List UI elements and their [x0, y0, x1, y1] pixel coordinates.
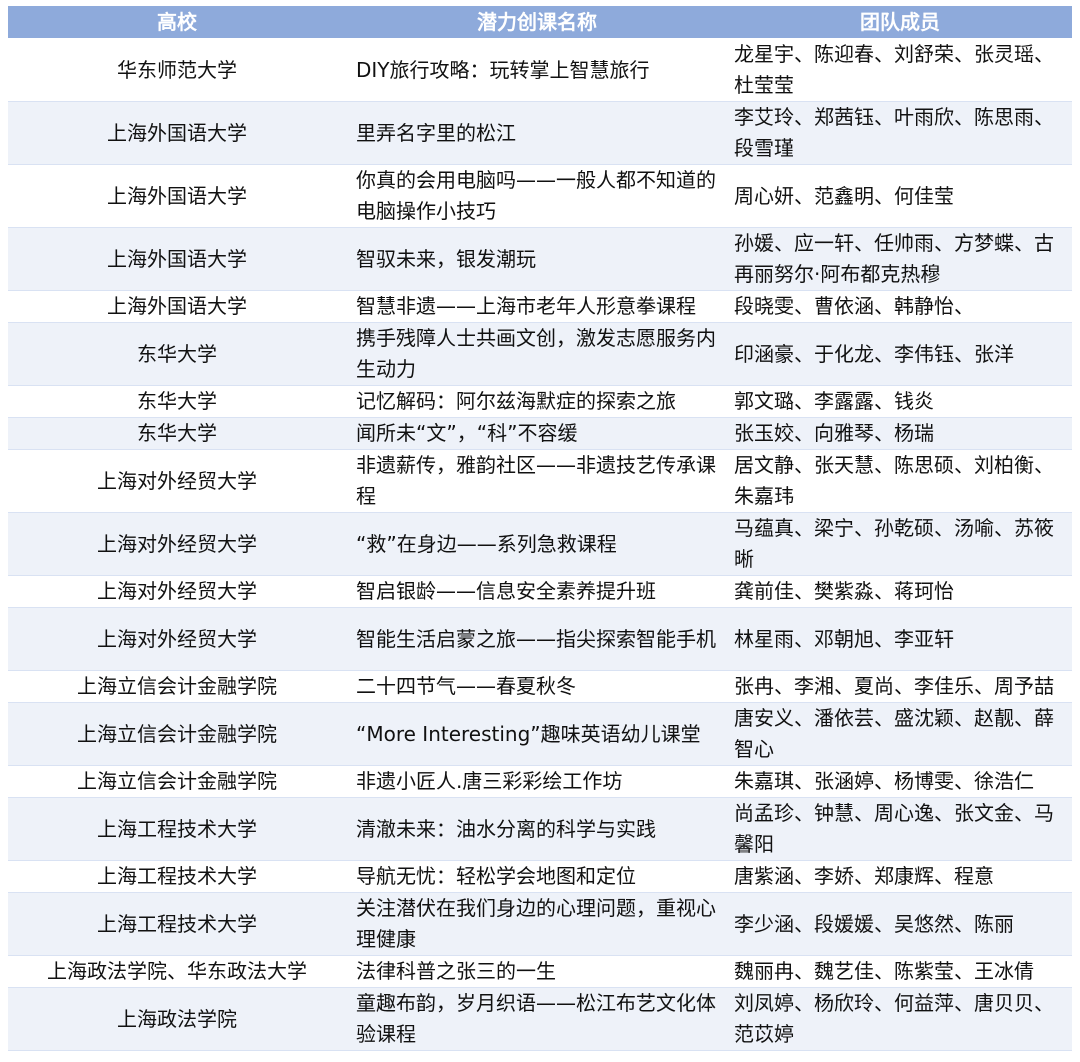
table-row: 上海立信会计金融学院 “More Interesting”趣味英语幼儿课堂 唐安… — [8, 702, 1072, 766]
course-table: 高校 潜力创课名称 团队成员 华东师范大学 DIY旅行攻略：玩转掌上智慧旅行 龙… — [8, 6, 1072, 1051]
cell-team-members: 唐紫涵、李娇、郑康辉、程意 — [728, 860, 1072, 893]
cell-university: 上海外国语大学 — [8, 290, 346, 323]
cell-course-name: 智驭未来，银发潮玩 — [346, 227, 728, 291]
cell-team-members: 魏丽冉、魏艺佳、陈紫莹、王冰倩 — [728, 955, 1072, 988]
header-course-name: 潜力创课名称 — [346, 6, 728, 39]
cell-team-members: 李艾玲、郑茜钰、叶雨欣、陈思雨、段雪瑾 — [728, 101, 1072, 165]
cell-university: 上海政法学院、华东政法大学 — [8, 955, 346, 988]
cell-team-members: 孙媛、应一轩、任帅雨、方梦蝶、古再丽努尔·阿布都克热穆 — [728, 227, 1072, 291]
table-row: 上海外国语大学 你真的会用电脑吗——一般人都不知道的电脑操作小技巧 周心妍、范鑫… — [8, 164, 1072, 228]
page: 高校 潜力创课名称 团队成员 华东师范大学 DIY旅行攻略：玩转掌上智慧旅行 龙… — [0, 0, 1080, 1051]
cell-course-name: 童趣布韵，岁月织语——松江布艺文化体验课程 — [346, 987, 728, 1051]
cell-university: 上海立信会计金融学院 — [8, 670, 346, 703]
table-row: 上海对外经贸大学 “救”在身边——系列急救课程 马蕴真、梁宁、孙乾硕、汤喻、苏筱… — [8, 512, 1072, 576]
table-body: 华东师范大学 DIY旅行攻略：玩转掌上智慧旅行 龙星宇、陈迎春、刘舒荣、张灵瑶、… — [8, 38, 1072, 1051]
table-row: 东华大学 携手残障人士共画文创，激发志愿服务内生动力 印涵豪、于化龙、李伟钰、张… — [8, 322, 1072, 386]
cell-team-members: 段晓雯、曹依涵、韩静怡、 — [728, 290, 1072, 323]
cell-team-members: 龙星宇、陈迎春、刘舒荣、张灵瑶、杜莹莹 — [728, 38, 1072, 102]
table-row: 上海政法学院 童趣布韵，岁月织语——松江布艺文化体验课程 刘凤婷、杨欣玲、何益萍… — [8, 987, 1072, 1051]
header-row: 高校 潜力创课名称 团队成员 — [8, 6, 1072, 39]
cell-university: 上海立信会计金融学院 — [8, 765, 346, 798]
cell-team-members: 尚孟珍、钟慧、周心逸、张文金、马馨阳 — [728, 797, 1072, 861]
header-university: 高校 — [8, 6, 346, 39]
cell-course-name: 二十四节气——春夏秋冬 — [346, 670, 728, 703]
cell-course-name: 智能生活启蒙之旅——指尖探索智能手机 — [346, 607, 728, 671]
cell-university: 上海对外经贸大学 — [8, 449, 346, 513]
table-row: 东华大学 闻所未“文”，“科”不容缓 张玉姣、向雅琴、杨瑞 — [8, 417, 1072, 450]
cell-team-members: 刘凤婷、杨欣玲、何益萍、唐贝贝、范苡婷 — [728, 987, 1072, 1051]
table-row: 上海对外经贸大学 智启银龄——信息安全素养提升班 龚前佳、樊紫淼、蒋珂怡 — [8, 575, 1072, 608]
cell-team-members: 李少涵、段媛媛、吴悠然、陈丽 — [728, 892, 1072, 956]
cell-course-name: 携手残障人士共画文创，激发志愿服务内生动力 — [346, 322, 728, 386]
cell-university: 上海政法学院 — [8, 987, 346, 1051]
cell-university: 东华大学 — [8, 417, 346, 450]
cell-team-members: 张冉、李湘、夏尚、李佳乐、周予喆 — [728, 670, 1072, 703]
cell-course-name: “救”在身边——系列急救课程 — [346, 512, 728, 576]
cell-course-name: 非遗小匠人.唐三彩彩绘工作坊 — [346, 765, 728, 798]
cell-team-members: 郭文璐、李露露、钱炎 — [728, 385, 1072, 418]
cell-course-name: DIY旅行攻略：玩转掌上智慧旅行 — [346, 38, 728, 102]
table-header: 高校 潜力创课名称 团队成员 — [8, 6, 1072, 39]
cell-university: 上海工程技术大学 — [8, 860, 346, 893]
table-row: 上海工程技术大学 导航无忧：轻松学会地图和定位 唐紫涵、李娇、郑康辉、程意 — [8, 860, 1072, 893]
cell-course-name: 非遗薪传，雅韵社区——非遗技艺传承课程 — [346, 449, 728, 513]
cell-team-members: 马蕴真、梁宁、孙乾硕、汤喻、苏筱晰 — [728, 512, 1072, 576]
table-row: 上海对外经贸大学 非遗薪传，雅韵社区——非遗技艺传承课程 居文静、张天慧、陈思硕… — [8, 449, 1072, 513]
table-row: 上海外国语大学 里弄名字里的松江 李艾玲、郑茜钰、叶雨欣、陈思雨、段雪瑾 — [8, 101, 1072, 165]
cell-university: 上海对外经贸大学 — [8, 607, 346, 671]
cell-university: 上海外国语大学 — [8, 227, 346, 291]
cell-team-members: 张玉姣、向雅琴、杨瑞 — [728, 417, 1072, 450]
cell-team-members: 唐安义、潘依芸、盛沈颖、赵靓、薛智心 — [728, 702, 1072, 766]
cell-team-members: 林星雨、邓朝旭、李亚轩 — [728, 607, 1072, 671]
cell-course-name: 记忆解码：阿尔兹海默症的探索之旅 — [346, 385, 728, 418]
cell-course-name: “More Interesting”趣味英语幼儿课堂 — [346, 702, 728, 766]
table-row: 上海立信会计金融学院 非遗小匠人.唐三彩彩绘工作坊 朱嘉琪、张涵婷、杨博雯、徐浩… — [8, 765, 1072, 798]
cell-course-name: 智启银龄——信息安全素养提升班 — [346, 575, 728, 608]
cell-course-name: 关注潜伏在我们身边的心理问题，重视心理健康 — [346, 892, 728, 956]
cell-course-name: 闻所未“文”，“科”不容缓 — [346, 417, 728, 450]
cell-university: 上海对外经贸大学 — [8, 512, 346, 576]
table-row: 上海对外经贸大学 智能生活启蒙之旅——指尖探索智能手机 林星雨、邓朝旭、李亚轩 — [8, 607, 1072, 671]
cell-course-name: 法律科普之张三的一生 — [346, 955, 728, 988]
cell-university: 上海外国语大学 — [8, 101, 346, 165]
table-row: 上海外国语大学 智慧非遗——上海市老年人形意拳课程 段晓雯、曹依涵、韩静怡、 — [8, 290, 1072, 323]
table-row: 上海立信会计金融学院 二十四节气——春夏秋冬 张冉、李湘、夏尚、李佳乐、周予喆 — [8, 670, 1072, 703]
table-row: 华东师范大学 DIY旅行攻略：玩转掌上智慧旅行 龙星宇、陈迎春、刘舒荣、张灵瑶、… — [8, 38, 1072, 102]
table-row: 上海外国语大学 智驭未来，银发潮玩 孙媛、应一轩、任帅雨、方梦蝶、古再丽努尔·阿… — [8, 227, 1072, 291]
cell-course-name: 清澈未来：油水分离的科学与实践 — [346, 797, 728, 861]
cell-team-members: 印涵豪、于化龙、李伟钰、张洋 — [728, 322, 1072, 386]
cell-team-members: 龚前佳、樊紫淼、蒋珂怡 — [728, 575, 1072, 608]
cell-team-members: 朱嘉琪、张涵婷、杨博雯、徐浩仁 — [728, 765, 1072, 798]
table-row: 上海政法学院、华东政法大学 法律科普之张三的一生 魏丽冉、魏艺佳、陈紫莹、王冰倩 — [8, 955, 1072, 988]
cell-university: 上海工程技术大学 — [8, 797, 346, 861]
cell-university: 东华大学 — [8, 385, 346, 418]
cell-university: 东华大学 — [8, 322, 346, 386]
cell-team-members: 居文静、张天慧、陈思硕、刘柏衡、朱嘉玮 — [728, 449, 1072, 513]
cell-university: 上海工程技术大学 — [8, 892, 346, 956]
cell-course-name: 导航无忧：轻松学会地图和定位 — [346, 860, 728, 893]
cell-university: 上海对外经贸大学 — [8, 575, 346, 608]
table-row: 东华大学 记忆解码：阿尔兹海默症的探索之旅 郭文璐、李露露、钱炎 — [8, 385, 1072, 418]
table-row: 上海工程技术大学 关注潜伏在我们身边的心理问题，重视心理健康 李少涵、段媛媛、吴… — [8, 892, 1072, 956]
cell-university: 华东师范大学 — [8, 38, 346, 102]
table-row: 上海工程技术大学 清澈未来：油水分离的科学与实践 尚孟珍、钟慧、周心逸、张文金、… — [8, 797, 1072, 861]
cell-university: 上海立信会计金融学院 — [8, 702, 346, 766]
cell-course-name: 里弄名字里的松江 — [346, 101, 728, 165]
header-team-members: 团队成员 — [728, 6, 1072, 39]
cell-course-name: 你真的会用电脑吗——一般人都不知道的电脑操作小技巧 — [346, 164, 728, 228]
cell-university: 上海外国语大学 — [8, 164, 346, 228]
cell-team-members: 周心妍、范鑫明、何佳莹 — [728, 164, 1072, 228]
cell-course-name: 智慧非遗——上海市老年人形意拳课程 — [346, 290, 728, 323]
